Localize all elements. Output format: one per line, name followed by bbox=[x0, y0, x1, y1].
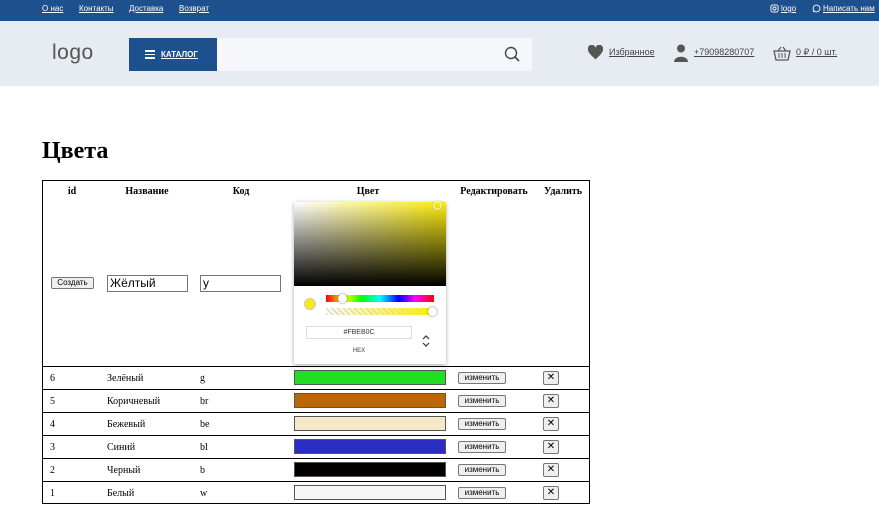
row-code: b bbox=[200, 465, 205, 476]
color-swatch[interactable] bbox=[294, 370, 446, 385]
delivery-link[interactable]: Доставка bbox=[129, 4, 163, 13]
header-name: Название bbox=[125, 186, 169, 197]
hue-handle[interactable] bbox=[338, 294, 347, 303]
header-id: id bbox=[67, 186, 77, 197]
basket-icon[interactable] bbox=[773, 46, 791, 61]
menu-icon bbox=[145, 50, 155, 59]
row-name: Синий bbox=[107, 442, 136, 453]
edit-button[interactable]: изменить bbox=[458, 487, 506, 499]
saturation-area[interactable] bbox=[294, 202, 446, 286]
delete-button[interactable]: ✕ bbox=[543, 486, 559, 500]
row-name: Черный bbox=[107, 465, 141, 476]
color-picker: #FBEB0C HEX bbox=[294, 201, 446, 364]
row-id: 6 bbox=[50, 373, 55, 384]
edit-button[interactable]: изменить bbox=[458, 372, 506, 384]
row-divider bbox=[43, 366, 589, 367]
hex-input[interactable]: #FBEB0C bbox=[306, 326, 412, 339]
edit-button[interactable]: изменить bbox=[458, 418, 506, 430]
row-id: 1 bbox=[50, 488, 55, 499]
row-code: be bbox=[200, 419, 210, 430]
color-swatch[interactable] bbox=[294, 462, 446, 477]
header-edit: Редактировать bbox=[460, 186, 528, 197]
instagram-icon bbox=[770, 4, 779, 13]
page-title: Цвета bbox=[42, 138, 109, 164]
alpha-slider[interactable] bbox=[326, 308, 434, 315]
row-name: Зелёный bbox=[107, 373, 144, 384]
write-us-link[interactable]: Написать нам bbox=[823, 4, 875, 13]
cart-link[interactable]: 0 ₽ / 0 шт. bbox=[796, 47, 837, 58]
hex-label: HEX bbox=[352, 348, 366, 354]
instagram-link[interactable]: logo bbox=[781, 4, 796, 13]
color-swatch[interactable] bbox=[294, 439, 446, 454]
chevron-updown-icon[interactable] bbox=[421, 334, 431, 348]
row-code: g bbox=[200, 373, 205, 384]
edit-button[interactable]: изменить bbox=[458, 395, 506, 407]
new-code-input[interactable]: y bbox=[200, 275, 281, 292]
favorites-link[interactable]: Избранное bbox=[609, 47, 655, 57]
row-divider bbox=[43, 481, 589, 482]
heart-icon[interactable] bbox=[587, 45, 604, 60]
catalog-button[interactable]: КАТАЛОГ bbox=[129, 38, 217, 71]
row-code: bl bbox=[200, 442, 208, 453]
row-name: Бежевый bbox=[107, 419, 146, 430]
color-swatch[interactable] bbox=[294, 393, 446, 408]
catalog-label: КАТАЛОГ bbox=[161, 50, 198, 59]
row-divider bbox=[43, 435, 589, 436]
row-id: 5 bbox=[50, 396, 55, 407]
top-bar: О нас Контакты Доставка Возврат logo Нап… bbox=[0, 0, 879, 21]
header-delete: Удалить bbox=[543, 186, 583, 197]
row-divider bbox=[43, 412, 589, 413]
site-header: logo КАТАЛОГ Избранное +79098280707 0 ₽ … bbox=[0, 21, 879, 86]
delete-button[interactable]: ✕ bbox=[543, 463, 559, 477]
search-icon[interactable] bbox=[503, 45, 521, 63]
whatsapp-icon bbox=[812, 4, 821, 13]
phone-link[interactable]: +79098280707 bbox=[694, 47, 754, 57]
row-code: w bbox=[200, 488, 208, 499]
color-swatch[interactable] bbox=[294, 416, 446, 431]
delete-button[interactable]: ✕ bbox=[543, 371, 559, 385]
delete-button[interactable]: ✕ bbox=[543, 394, 559, 408]
row-id: 2 bbox=[50, 465, 55, 476]
user-icon[interactable] bbox=[674, 44, 688, 62]
color-preview bbox=[304, 298, 316, 310]
header-code: Код bbox=[232, 186, 250, 197]
search-input[interactable] bbox=[217, 38, 532, 71]
alpha-handle[interactable] bbox=[428, 307, 437, 316]
row-name: Коричневый bbox=[107, 396, 161, 407]
about-link[interactable]: О нас bbox=[42, 4, 63, 13]
row-code: br bbox=[200, 396, 209, 407]
saturation-handle[interactable] bbox=[433, 201, 442, 210]
site-logo[interactable]: logo bbox=[52, 41, 94, 65]
delete-button[interactable]: ✕ bbox=[543, 440, 559, 454]
row-divider bbox=[43, 458, 589, 459]
row-divider bbox=[43, 389, 589, 390]
contacts-link[interactable]: Контакты bbox=[79, 4, 114, 13]
edit-button[interactable]: изменить bbox=[458, 464, 506, 476]
edit-button[interactable]: изменить bbox=[458, 441, 506, 453]
color-swatch[interactable] bbox=[294, 485, 446, 500]
returns-link[interactable]: Возврат bbox=[179, 4, 209, 13]
row-id: 3 bbox=[50, 442, 55, 453]
new-name-input[interactable]: Жёлтый bbox=[107, 275, 188, 292]
row-id: 4 bbox=[50, 419, 55, 430]
header-color: Цвет bbox=[356, 186, 380, 197]
colors-table: id Название Код Цвет Редактировать Удали… bbox=[42, 180, 590, 504]
delete-button[interactable]: ✕ bbox=[543, 417, 559, 431]
create-button[interactable]: Создать bbox=[51, 277, 94, 289]
row-name: Белый bbox=[107, 488, 135, 499]
